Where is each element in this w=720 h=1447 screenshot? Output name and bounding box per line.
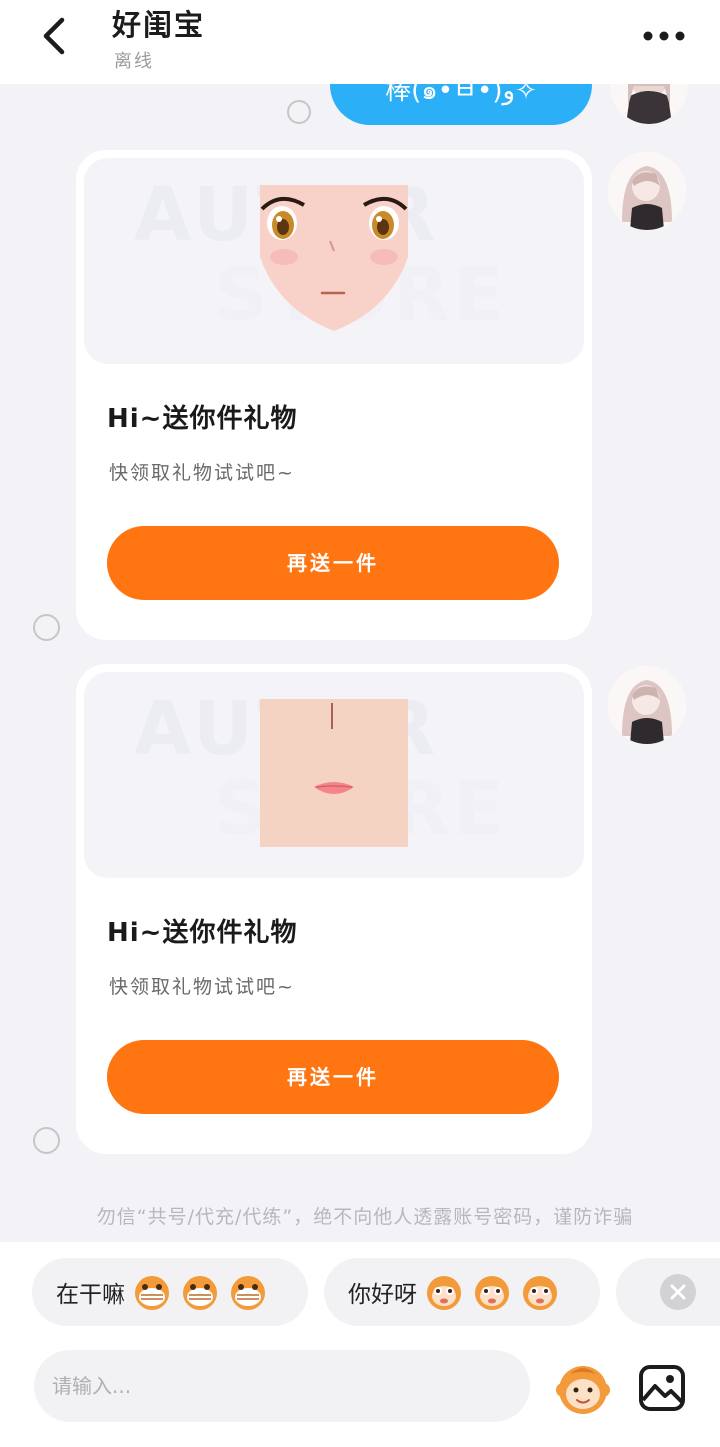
gift-card[interactable]: AUTOR STORE Hi~送你件礼物 快领取礼物试试吧~ 再送一件 xyxy=(76,664,592,1154)
emoji-button[interactable] xyxy=(554,1360,612,1418)
face-eyes-item xyxy=(260,185,408,331)
gift-card-description: 快领取礼物试试吧~ xyxy=(109,976,295,998)
outgoing-text-bubble[interactable]: 棒(๑•̀ㅂ•́)و✧ xyxy=(330,84,592,125)
user-avatar[interactable] xyxy=(608,152,686,230)
bubble-text: 棒(๑•̀ㅂ•́)و✧ xyxy=(385,84,537,106)
gift-card-title: Hi~送你件礼物 xyxy=(107,918,298,948)
wave-monkey-emoji-icon xyxy=(475,1276,509,1310)
quick-reply-text: 你好呀 xyxy=(348,1282,417,1308)
online-status: 离线 xyxy=(114,51,154,72)
monkey-emoji-icon xyxy=(556,1366,610,1414)
quick-reply-chip[interactable]: 在干嘛 xyxy=(32,1258,308,1326)
avatar-image xyxy=(608,152,686,230)
wave-monkey-emoji-icon xyxy=(523,1276,557,1310)
chat-title: 好闺宝 xyxy=(112,8,206,42)
grin-monkey-emoji-icon xyxy=(135,1276,169,1310)
message-status-indicator xyxy=(287,100,311,124)
grin-monkey-emoji-icon xyxy=(183,1276,217,1310)
wave-monkey-emoji-icon xyxy=(427,1276,461,1310)
security-notice: 勿信“共号/代充/代练”，绝不向他人透露账号密码，谨防诈骗 xyxy=(96,1206,634,1228)
face-mouth-item xyxy=(260,699,408,847)
image-icon xyxy=(639,1365,685,1411)
image-button[interactable] xyxy=(638,1364,686,1412)
avatar-image xyxy=(608,666,686,744)
send-another-button[interactable]: 再送一件 xyxy=(107,526,559,600)
more-dots-icon xyxy=(643,31,685,41)
chevron-left-icon xyxy=(43,17,65,55)
user-avatar[interactable] xyxy=(610,84,688,124)
chat-header: 好闺宝 离线 xyxy=(0,0,720,84)
message-input[interactable] xyxy=(34,1350,530,1422)
message-status-indicator xyxy=(33,1127,60,1154)
input-panel: 在干嘛 你好呀 xyxy=(0,1242,720,1447)
quick-reply-text: 在干嘛 xyxy=(56,1282,125,1308)
more-button[interactable] xyxy=(640,20,688,52)
grin-monkey-emoji-icon xyxy=(231,1276,265,1310)
chat-message-list[interactable]: 棒(๑•̀ㅂ•́)و✧ AUTOR STORE xyxy=(0,84,720,1242)
avatar-image xyxy=(610,84,688,124)
gift-image: AUTOR STORE xyxy=(84,672,584,878)
close-icon xyxy=(670,1284,686,1300)
gift-card[interactable]: AUTOR STORE Hi~送你件礼物 快领取礼物试试吧~ xyxy=(76,150,592,640)
gift-card-title: Hi~送你件礼物 xyxy=(107,404,298,434)
close-quick-replies-button[interactable] xyxy=(660,1274,696,1310)
quick-reply-chip[interactable]: 你好呀 xyxy=(324,1258,600,1326)
send-another-button[interactable]: 再送一件 xyxy=(107,1040,559,1114)
message-status-indicator xyxy=(33,614,60,641)
user-avatar[interactable] xyxy=(608,666,686,744)
gift-card-description: 快领取礼物试试吧~ xyxy=(109,462,295,484)
back-button[interactable] xyxy=(36,14,76,58)
gift-image: AUTOR STORE xyxy=(84,158,584,364)
